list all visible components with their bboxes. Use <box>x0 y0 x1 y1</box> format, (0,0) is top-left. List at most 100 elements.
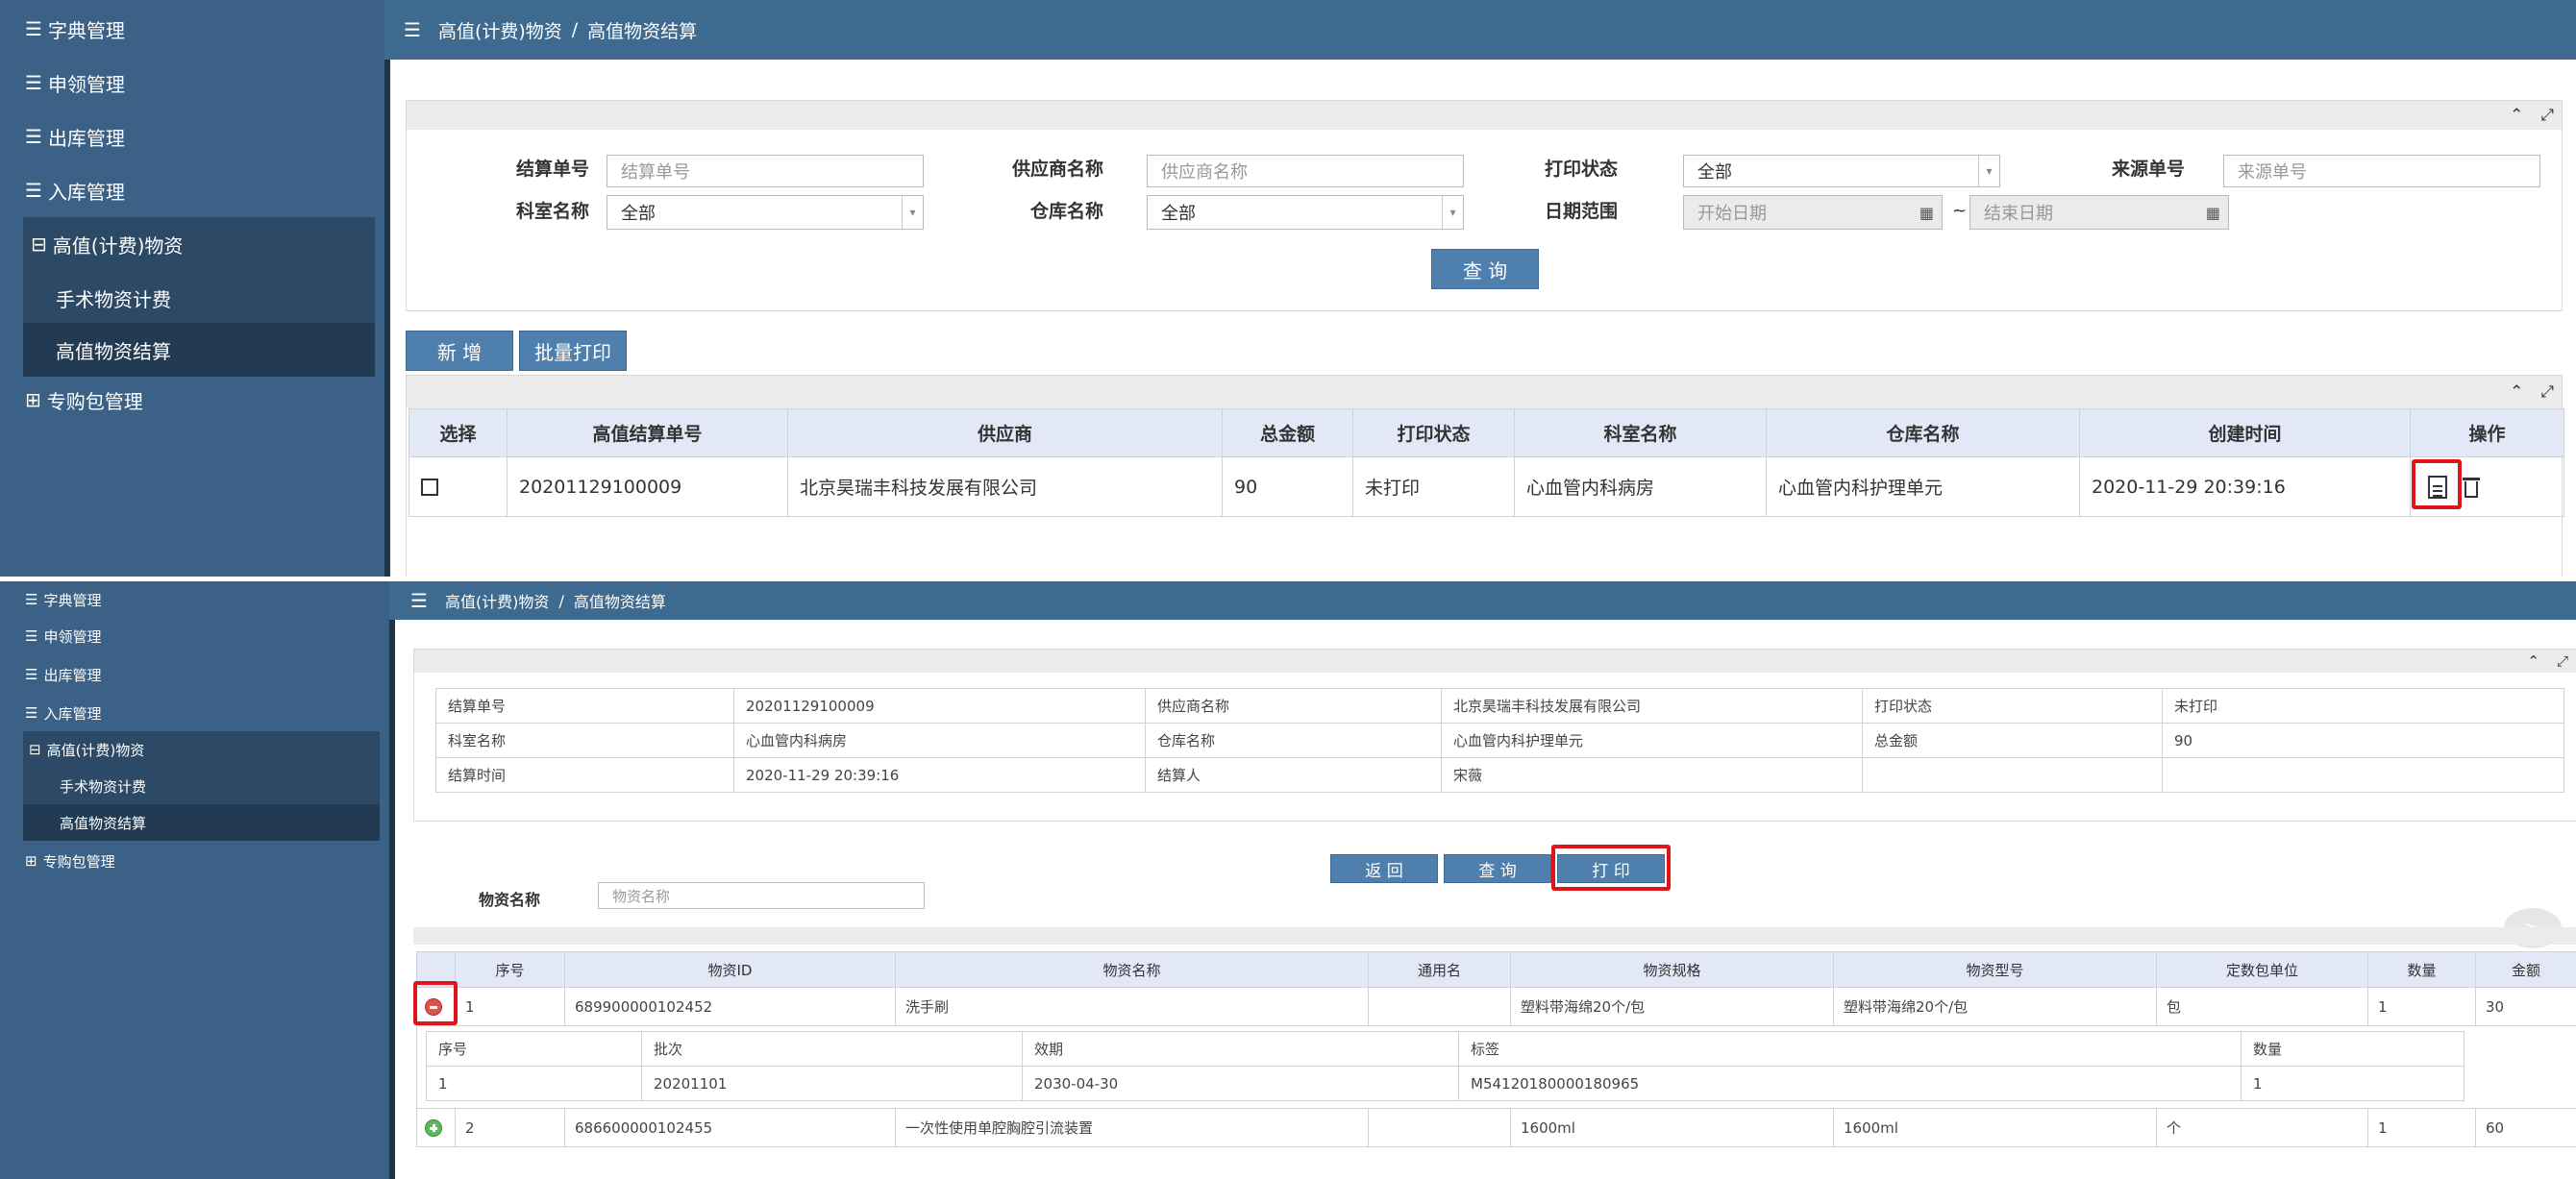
sidebar-item-outbound[interactable]: ☰ 出库管理 <box>25 110 375 163</box>
settlement-list-screen: ☰ 字典管理 ☰ 申领管理 ☰ 出库管理 ☰ 入库管理 ⊟ 高值(计费)物资 手术物资计费… <box>0 0 2576 577</box>
sidebar-item-label: 申领管理 <box>47 72 125 96</box>
settlement-info-panel: ⌃ ⤢ 结算单号 20201129100009 供应商名称 北京昊瑞丰科技发展有限… <box>413 649 2576 822</box>
supplier-input[interactable]: 供应商名称 <box>1147 155 1464 187</box>
sidebar-item-label: 申领管理 <box>43 627 102 646</box>
highlight-print-button <box>1551 845 1671 891</box>
start-date-input[interactable]: 开始日期 ▦ <box>1683 195 1943 230</box>
sidebar-item-dictionary[interactable]: ☰ 字典管理 <box>25 581 380 618</box>
sidebar-item-dictionary[interactable]: ☰ 字典管理 <box>25 2 375 56</box>
material-name-label: 物资名称 <box>479 891 541 909</box>
qty-cell: 1 <box>2367 987 2476 1026</box>
column-header: 物资ID <box>564 951 896 988</box>
detail-panel-header <box>413 927 2576 945</box>
supplier-label: 供应商名称 <box>1011 159 1103 180</box>
info-label: 科室名称 <box>435 723 734 758</box>
sidebar-item-label: 高值(计费)物资 <box>46 741 145 759</box>
sidebar-item-special-package[interactable]: ⊞ 专购包管理 <box>25 373 375 427</box>
settlement-detail-screen: ☰ 字典管理 ☰ 申领管理 ☰ 出库管理 ☰ 入库管理 ⊟ 高值(计费)物资 手术物资计费… <box>0 581 2576 1179</box>
end-date-input[interactable]: 结束日期 ▦ <box>1969 195 2229 230</box>
sidebar-item-outbound[interactable]: ☰ 出库管理 <box>25 656 380 693</box>
delete-trash-icon[interactable] <box>2463 477 2481 498</box>
column-header: 通用名 <box>1368 951 1511 988</box>
list-icon: ☰ <box>25 704 38 722</box>
collapse-icon: ⊟ <box>31 233 47 256</box>
print-status-cell: 未打印 <box>1352 456 1515 517</box>
warehouse-label: 仓库名称 <box>1029 201 1103 222</box>
info-value <box>2162 757 2564 793</box>
add-button[interactable]: 新 增 <box>406 331 513 371</box>
settlement-no-input[interactable]: 结算单号 <box>607 155 924 187</box>
sidebar-item-high-value[interactable]: ⊟ 高值(计费)物资 <box>23 731 380 768</box>
expand-icon[interactable]: ⤢ <box>2540 106 2554 125</box>
info-value: 宋薇 <box>1441 757 1863 793</box>
table-row[interactable]: 20201129100009 北京昊瑞丰科技发展有限公司 90 未打印 心血管内… <box>409 456 2564 517</box>
row-checkbox[interactable] <box>421 479 438 496</box>
info-row: 科室名称 心血管内科病房 仓库名称 心血管内科护理单元 总金额 90 <box>435 723 2564 758</box>
collapse-chevron-icon[interactable]: ⌃ <box>2527 652 2539 670</box>
table-row[interactable]: 1 689900000102452 洗手刷 塑料带海绵20个/包 塑料带海绵20… <box>416 987 2576 1026</box>
print-status-select[interactable]: 全部 ▾ <box>1683 155 2000 187</box>
dept-value: 全部 <box>621 204 656 224</box>
sidebar-item-high-value[interactable]: ⊟ 高值(计费)物资 <box>23 217 375 271</box>
sidebar-item-settlement[interactable]: 高值物资结算 <box>23 323 375 377</box>
breadcrumb-separator: / <box>571 19 579 40</box>
dropdown-arrow-icon: ▾ <box>902 196 923 229</box>
expand-icon[interactable]: ⤢ <box>2557 652 2568 670</box>
sidebar-item-surgery-billing[interactable]: 手术物资计费 <box>23 768 380 804</box>
table-row[interactable]: 2 686600000102455 一次性使用单腔胸腔引流装置 1600ml 1… <box>416 1108 2576 1147</box>
column-header: 总金额 <box>1222 408 1353 457</box>
info-row: 结算单号 20201129100009 供应商名称 北京昊瑞丰科技发展有限公司 … <box>435 688 2564 724</box>
breadcrumb-parent[interactable]: 高值(计费)物资 <box>438 17 562 43</box>
breadcrumb-parent[interactable]: 高值(计费)物资 <box>445 589 550 612</box>
query-button[interactable]: 查 询 <box>1431 249 1539 289</box>
collapse-chevron-icon[interactable]: ⌃ <box>2510 382 2523 402</box>
sidebar-item-requisition[interactable]: ☰ 申领管理 <box>25 56 375 110</box>
expand-row-icon[interactable] <box>425 1118 442 1137</box>
sidebar-item-surgery-billing[interactable]: 手术物资计费 <box>23 271 375 325</box>
info-value: 90 <box>2162 723 2564 758</box>
list-panel-header: ⌃ ⤢ <box>407 376 2562 408</box>
supplier-cell: 北京昊瑞丰科技发展有限公司 <box>787 456 1223 517</box>
date-range-label: 日期范围 <box>1544 201 1618 222</box>
column-header: 操作 <box>2410 408 2564 457</box>
list-icon: ☰ <box>25 666 38 683</box>
sidebar-item-requisition[interactable]: ☰ 申领管理 <box>25 618 380 654</box>
info-label: 结算时间 <box>435 757 734 793</box>
sidebar: ☰ 字典管理 ☰ 申领管理 ☰ 出库管理 ☰ 入库管理 ⊟ 高值(计费)物资 手术物资计费… <box>0 0 384 577</box>
calendar-icon[interactable]: ▦ <box>2206 204 2220 222</box>
menu-icon[interactable]: ☰ <box>404 18 421 41</box>
dropdown-arrow-icon: ▾ <box>1442 196 1463 229</box>
sidebar-item-label: 字典管理 <box>43 591 102 609</box>
expand-icon[interactable]: ⤢ <box>2540 382 2554 402</box>
material-name-input[interactable]: 物资名称 <box>598 882 925 909</box>
highlight-collapse-toggle <box>413 981 458 1025</box>
sidebar-item-settlement[interactable]: 高值物资结算 <box>23 804 380 841</box>
sidebar-item-special-package[interactable]: ⊞ 专购包管理 <box>25 843 380 879</box>
warehouse-select[interactable]: 全部 ▾ <box>1147 195 1464 230</box>
menu-icon[interactable]: ☰ <box>410 589 428 612</box>
amount-cell: 30 <box>2475 987 2576 1026</box>
spec-cell: 1600ml <box>1510 1108 1834 1147</box>
source-no-input[interactable]: 来源单号 <box>2223 155 2540 187</box>
dept-select[interactable]: 全部 ▾ <box>607 195 924 230</box>
expand-icon: ⊞ <box>25 852 37 870</box>
query-button[interactable]: 查 询 <box>1444 854 1551 883</box>
sidebar-edge <box>384 0 390 577</box>
back-button[interactable]: 返 回 <box>1330 854 1438 883</box>
breadcrumb-separator: / <box>558 591 564 610</box>
table-header-row: 选择 高值结算单号 供应商 总金额 打印状态 科室名称 仓库名称 创建时间 操作 <box>409 408 2564 457</box>
sidebar-item-label: 高值(计费)物资 <box>52 233 184 258</box>
calendar-icon[interactable]: ▦ <box>1920 204 1934 222</box>
batch-print-button[interactable]: 批量打印 <box>519 331 627 371</box>
collapse-chevron-icon[interactable]: ⌃ <box>2510 106 2523 125</box>
settlement-no-label: 结算单号 <box>515 159 589 180</box>
select-cell <box>409 456 508 517</box>
sidebar-item-inbound[interactable]: ☰ 入库管理 <box>25 695 380 731</box>
breadcrumb: ☰ 高值(计费)物资 / 高值物资结算 <box>384 0 2576 60</box>
amount-cell: 60 <box>2475 1108 2576 1147</box>
batch-sub-table: 序号 批次 效期 标签 数量 1 20201101 2030-04-30 M54… <box>426 1031 2465 1101</box>
highlight-view-icon <box>2412 459 2462 509</box>
end-date-placeholder: 结束日期 <box>1984 204 2053 224</box>
column-header: 物资名称 <box>895 951 1369 988</box>
sidebar-item-inbound[interactable]: ☰ 入库管理 <box>25 163 375 217</box>
